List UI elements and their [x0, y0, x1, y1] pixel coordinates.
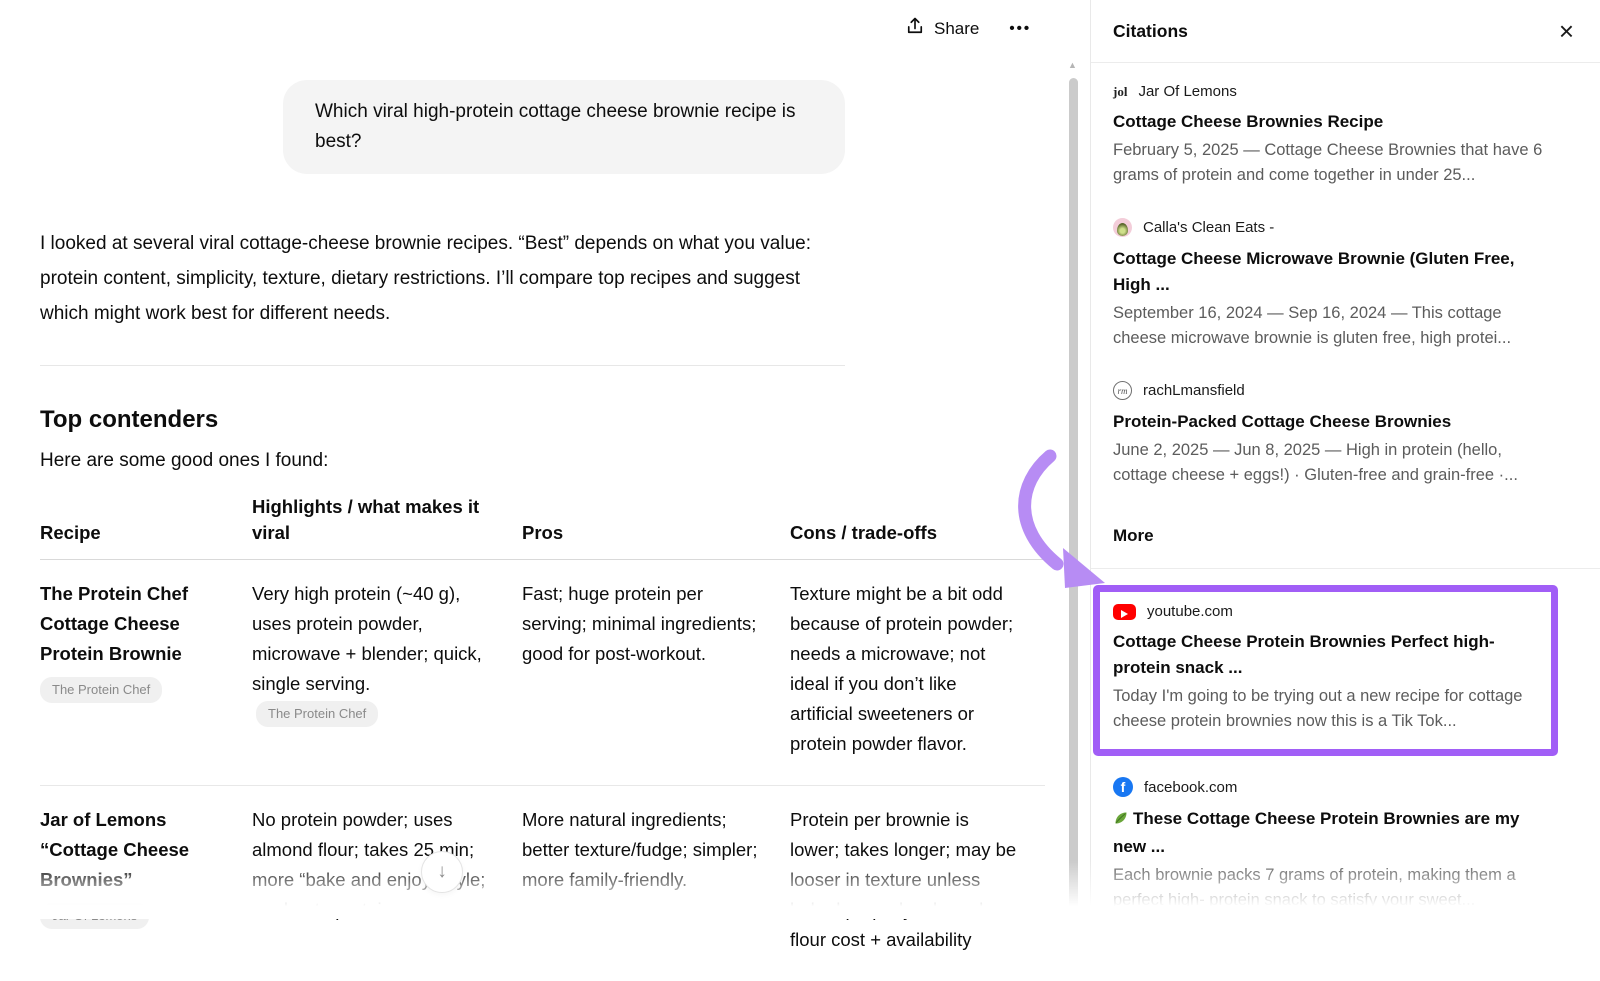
arrow-down-icon: ↓	[437, 861, 447, 883]
leaf-icon	[1113, 808, 1129, 834]
close-icon[interactable]: ×	[1559, 21, 1574, 41]
citation-snippet: February 5, 2025 — Cottage Cheese Browni…	[1113, 138, 1549, 188]
highlights-text: No protein powder; uses almond flour; ta…	[252, 786, 522, 981]
citation-facebook[interactable]: f facebook.com These Cottage Cheese Prot…	[1113, 777, 1549, 913]
citations-list: jol Jar Of Lemons Cottage Cheese Brownie…	[1091, 63, 1600, 913]
highlights-text: Very high protein (~40 g), uses protein …	[252, 583, 482, 694]
callas-clean-eats-favicon	[1113, 218, 1132, 237]
more-citations-button[interactable]: More	[1113, 526, 1600, 546]
section-title: Top contenders	[40, 406, 1045, 434]
pros-text: More natural ingredients; better texture…	[522, 786, 790, 981]
cons-text: Texture might be a bit odd because of pr…	[790, 560, 1045, 786]
citations-divider	[1091, 568, 1600, 569]
user-message-bubble: Which viral high-protein cottage cheese …	[283, 80, 845, 174]
citation-rachlmansfield[interactable]: rm rachLmansfield Protein-Packed Cottage…	[1113, 381, 1549, 488]
assistant-answer: I looked at several viral cottage-cheese…	[40, 226, 1045, 981]
citation-source: facebook.com	[1144, 779, 1237, 796]
scroll-to-bottom-button[interactable]: ↓	[421, 851, 463, 893]
citation-snippet: September 16, 2024 — Sep 16, 2024 — This…	[1113, 301, 1549, 351]
citation-title[interactable]: Cottage Cheese Microwave Brownie (Gluten…	[1113, 246, 1549, 298]
citation-source: rachLmansfield	[1143, 382, 1245, 399]
conversation-actions: Share •••	[905, 16, 1031, 41]
citation-youtube[interactable]: youtube.com Cottage Cheese Protein Brown…	[1113, 603, 1537, 734]
citation-title[interactable]: Cottage Cheese Brownies Recipe	[1113, 109, 1549, 135]
citation-snippet: Each brownie packs 7 grams of protein, m…	[1113, 863, 1549, 913]
answer-intro: I looked at several viral cottage-cheese…	[40, 226, 845, 331]
citation-source: youtube.com	[1147, 603, 1233, 620]
scrollbar-up-arrow-icon[interactable]: ▲	[1068, 60, 1077, 70]
citation-title[interactable]: Cottage Cheese Protein Brownies Perfect …	[1113, 629, 1537, 681]
citation-snippet: June 2, 2025 — Jun 8, 2025 — High in pro…	[1113, 438, 1549, 488]
source-badge[interactable]: The Protein Chef	[256, 701, 378, 727]
chat-scrollbar[interactable]	[1069, 78, 1078, 919]
citation-source: Calla's Clean Eats -	[1143, 219, 1274, 236]
citation-snippet: Today I'm going to be trying out a new r…	[1113, 684, 1537, 734]
youtube-favicon	[1113, 604, 1136, 620]
column-header-highlights: Highlights / what makes it viral	[252, 494, 522, 560]
more-options-button[interactable]: •••	[1009, 20, 1031, 37]
column-header-cons: Cons / trade-offs	[790, 494, 1045, 560]
section-divider	[40, 365, 845, 366]
chat-main-area: Share ••• Which viral high-protein cotta…	[0, 0, 1090, 919]
table-header-row: Recipe Highlights / what makes it viral …	[40, 494, 1045, 560]
rachlmansfield-favicon: rm	[1113, 381, 1132, 400]
pros-text: Fast; huge protein per serving; minimal …	[522, 560, 790, 786]
column-header-pros: Pros	[522, 494, 790, 560]
section-subtitle: Here are some good ones I found:	[40, 450, 1045, 472]
recipe-name: Jar of Lemons “Cottage Cheese Brownies”	[40, 805, 228, 895]
facebook-favicon: f	[1113, 777, 1133, 797]
recipe-name: The Protein Chef Cottage Cheese Protein …	[40, 579, 228, 669]
recipe-comparison-table: Recipe Highlights / what makes it viral …	[40, 494, 1045, 981]
source-badge[interactable]: Jar Of Lemons	[40, 903, 149, 929]
citations-panel: Citations × jol Jar Of Lemons Cottage Ch…	[1090, 0, 1600, 919]
share-label: Share	[934, 19, 979, 39]
play-icon	[1121, 610, 1128, 618]
source-badge[interactable]: The Protein Chef	[40, 677, 162, 703]
citation-callas-clean-eats[interactable]: Calla's Clean Eats - Cottage Cheese Micr…	[1113, 218, 1549, 351]
citations-title: Citations	[1113, 21, 1188, 42]
table-row: The Protein Chef Cottage Cheese Protein …	[40, 560, 1045, 786]
annotation-highlight-box: youtube.com Cottage Cheese Protein Brown…	[1093, 585, 1558, 756]
column-header-recipe: Recipe	[40, 494, 252, 560]
citation-title[interactable]: Protein-Packed Cottage Cheese Brownies	[1113, 409, 1549, 435]
share-icon	[905, 16, 925, 41]
citations-header: Citations ×	[1091, 0, 1600, 63]
table-row: Jar of Lemons “Cottage Cheese Brownies” …	[40, 786, 1045, 981]
cons-text: Protein per brownie is lower; takes long…	[790, 786, 1045, 981]
citation-jar-of-lemons[interactable]: jol Jar Of Lemons Cottage Cheese Brownie…	[1113, 83, 1549, 188]
jol-text-favicon: jol	[1113, 84, 1127, 100]
citation-title: These Cottage Cheese Protein Brownies ar…	[1113, 809, 1519, 856]
user-message-text: Which viral high-protein cottage cheese …	[315, 101, 796, 152]
citation-source: Jar Of Lemons	[1138, 83, 1236, 100]
share-button[interactable]: Share	[905, 16, 979, 41]
